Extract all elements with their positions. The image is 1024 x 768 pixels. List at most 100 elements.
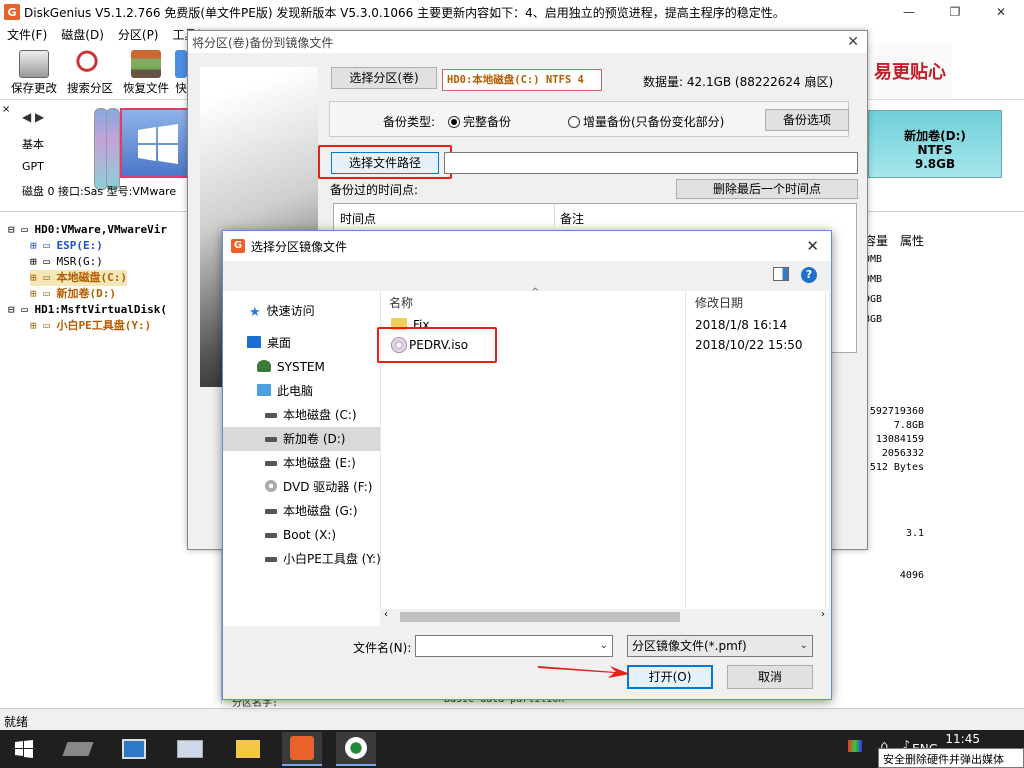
backup-options-button[interactable]: 备份选项 [765, 109, 849, 131]
nav-drive-x[interactable]: Boot (X:) [223, 523, 380, 547]
nav-drive-e[interactable]: 本地磁盘 (E:) [223, 451, 380, 475]
file-path-input[interactable] [444, 152, 858, 174]
drive-icon [265, 437, 277, 442]
search-partition-button[interactable]: 搜索分区 [62, 48, 118, 98]
nav-quick-access[interactable]: ★ 快速访问 [223, 299, 380, 323]
taskbar-app-computer[interactable] [114, 732, 154, 766]
nav-label: Boot (X:) [283, 528, 337, 542]
taskbar-app-diskgenius[interactable] [282, 732, 322, 766]
drive-icon [265, 557, 277, 562]
horizontal-scrollbar[interactable]: ‹ › [380, 609, 829, 626]
scroll-left-icon[interactable]: ‹ [384, 609, 388, 620]
radio-checked-icon [448, 116, 460, 128]
nav-this-pc[interactable]: 此电脑 [223, 379, 380, 403]
nav-drive-g[interactable]: 本地磁盘 (G:) [223, 499, 380, 523]
partition-c-block[interactable] [120, 108, 196, 178]
minimize-button[interactable]: — [886, 0, 932, 24]
scrollbar-thumb[interactable] [400, 612, 680, 622]
tray-tooltip: 安全删除硬件并弹出媒体 [878, 748, 1024, 768]
nav-system[interactable]: SYSTEM [223, 355, 380, 379]
full-backup-label: 完整备份 [463, 115, 512, 129]
detail-value: 3.1 [905, 528, 924, 539]
menu-disk[interactable]: 磁盘(D) [54, 26, 111, 43]
radio-unchecked-icon [568, 116, 580, 128]
tree-node-d[interactable]: ⊞ ▭ 新加卷(D:) [30, 286, 116, 302]
save-icon [19, 50, 49, 78]
tree-node-c[interactable]: ⊞ ▭ 本地磁盘(C:) [30, 270, 127, 286]
disk-info-line: 磁盘 0 接口:Sas 型号:VMware [22, 185, 177, 198]
backup-dialog-close-icon[interactable]: ✕ [847, 34, 859, 50]
clock[interactable]: 11:45 [945, 732, 980, 746]
drive-icon [265, 509, 277, 514]
taskbar-app-explorer[interactable] [228, 732, 268, 766]
detail-value: 7.8GB [893, 420, 924, 431]
disk-nav-arrows[interactable]: ◀ ▶ [22, 110, 44, 124]
view-pane-icon[interactable] [773, 267, 789, 281]
detail-value: 512 Bytes [869, 462, 924, 473]
nav-drive-c[interactable]: 本地磁盘 (C:) [223, 403, 380, 427]
disk-type-label: 基本 [22, 138, 44, 151]
select-partition-button[interactable]: 选择分区(卷) [331, 67, 437, 89]
msr-partition-bar[interactable] [106, 108, 120, 190]
filter-value: 分区镜像文件(*.pmf) [632, 639, 747, 653]
tray-color-icon[interactable] [848, 740, 862, 752]
nav-label: 小白PE工具盘 (Y:) [283, 552, 381, 566]
nav-desktop[interactable]: 桌面 [223, 331, 380, 355]
tree-node-hd0[interactable]: ⊟ ▭ HD0:VMware,VMwareVir [8, 222, 167, 238]
name-column-header[interactable]: 名称 [389, 291, 413, 315]
menu-file[interactable]: 文件(F) [0, 26, 54, 43]
monitor-icon [122, 739, 146, 759]
nav-label: DVD 驱动器 (F:) [283, 480, 373, 494]
save-changes-button[interactable]: 保存更改 [6, 48, 62, 98]
file-date: 2018/10/22 15:50 [695, 338, 803, 352]
drive-icon [265, 461, 277, 466]
restore-app-icon [345, 737, 367, 759]
tree-node-msr[interactable]: ⊞ ▭ MSR(G:) [30, 254, 103, 270]
detail-value: 13084159 [875, 434, 924, 445]
full-backup-radio[interactable]: 完整备份 [448, 113, 511, 130]
help-icon[interactable]: ? [801, 267, 817, 283]
nav-drive-y[interactable]: 小白PE工具盘 (Y:) [223, 547, 381, 571]
status-text: 就绪 [4, 715, 29, 729]
nav-label: 快速访问 [266, 304, 315, 318]
open-dialog-titlebar: G 选择分区镜像文件 [223, 231, 831, 261]
incremental-backup-radio[interactable]: 增量备份(只备份变化部分) [568, 113, 724, 130]
nav-drive-f[interactable]: DVD 驱动器 (F:) [223, 475, 380, 499]
recover-files-label: 恢复文件 [123, 81, 169, 95]
close-x-icon[interactable]: × [2, 104, 10, 115]
open-dialog-title: 选择分区镜像文件 [251, 239, 348, 254]
nav-label: 此电脑 [277, 384, 314, 398]
dvd-icon [265, 480, 277, 492]
partition-table-label: GPT [22, 160, 44, 173]
nav-drive-d[interactable]: 新加卷 (D:) [223, 427, 380, 451]
file-type-filter[interactable]: 分区镜像文件(*.pmf) ⌄ [627, 635, 813, 657]
maximize-button[interactable]: ❐ [932, 0, 978, 24]
save-changes-label: 保存更改 [11, 81, 57, 95]
cancel-button[interactable]: 取消 [727, 665, 813, 689]
scroll-right-icon[interactable]: › [821, 609, 825, 620]
open-dialog-close-icon[interactable]: ✕ [806, 237, 819, 255]
tree-node-esp[interactable]: ⊞ ▭ ESP(E:) [30, 238, 103, 254]
chevron-down-icon[interactable]: ⌄ [600, 636, 608, 656]
tree-node-y[interactable]: ⊞ ▭ 小白PE工具盘(Y:) [30, 318, 151, 334]
partition-d-block[interactable]: 新加卷(D:) NTFS 9.8GB [868, 110, 1002, 178]
partition-d-name: 新加卷(D:) [904, 129, 966, 143]
drive-icon [265, 533, 277, 538]
chevron-down-icon[interactable]: ⌄ [800, 636, 808, 656]
tree-node-hd1[interactable]: ⊟ ▭ HD1:MsftVirtualDisk( [8, 302, 167, 318]
close-button[interactable]: ✕ [978, 0, 1024, 24]
start-button[interactable] [4, 732, 44, 766]
detail-value: 2056332 [881, 448, 924, 459]
delete-last-timepoint-button[interactable]: 删除最后一个时间点 [676, 179, 858, 199]
taskbar-app-hardware[interactable] [58, 732, 98, 766]
open-button[interactable]: 打开(O) [627, 665, 713, 689]
filename-input[interactable]: ⌄ [415, 635, 613, 657]
desktop-icon [247, 336, 261, 348]
taskbar-app-restore[interactable] [336, 732, 376, 766]
taskbar-app-keyboard[interactable] [170, 732, 210, 766]
nav-label: 桌面 [267, 336, 292, 350]
recover-files-button[interactable]: 恢复文件 [118, 48, 174, 98]
menu-partition[interactable]: 分区(P) [111, 26, 166, 43]
detail-value: 592719360 [869, 406, 924, 417]
date-column-header[interactable]: 修改日期 [695, 291, 743, 315]
